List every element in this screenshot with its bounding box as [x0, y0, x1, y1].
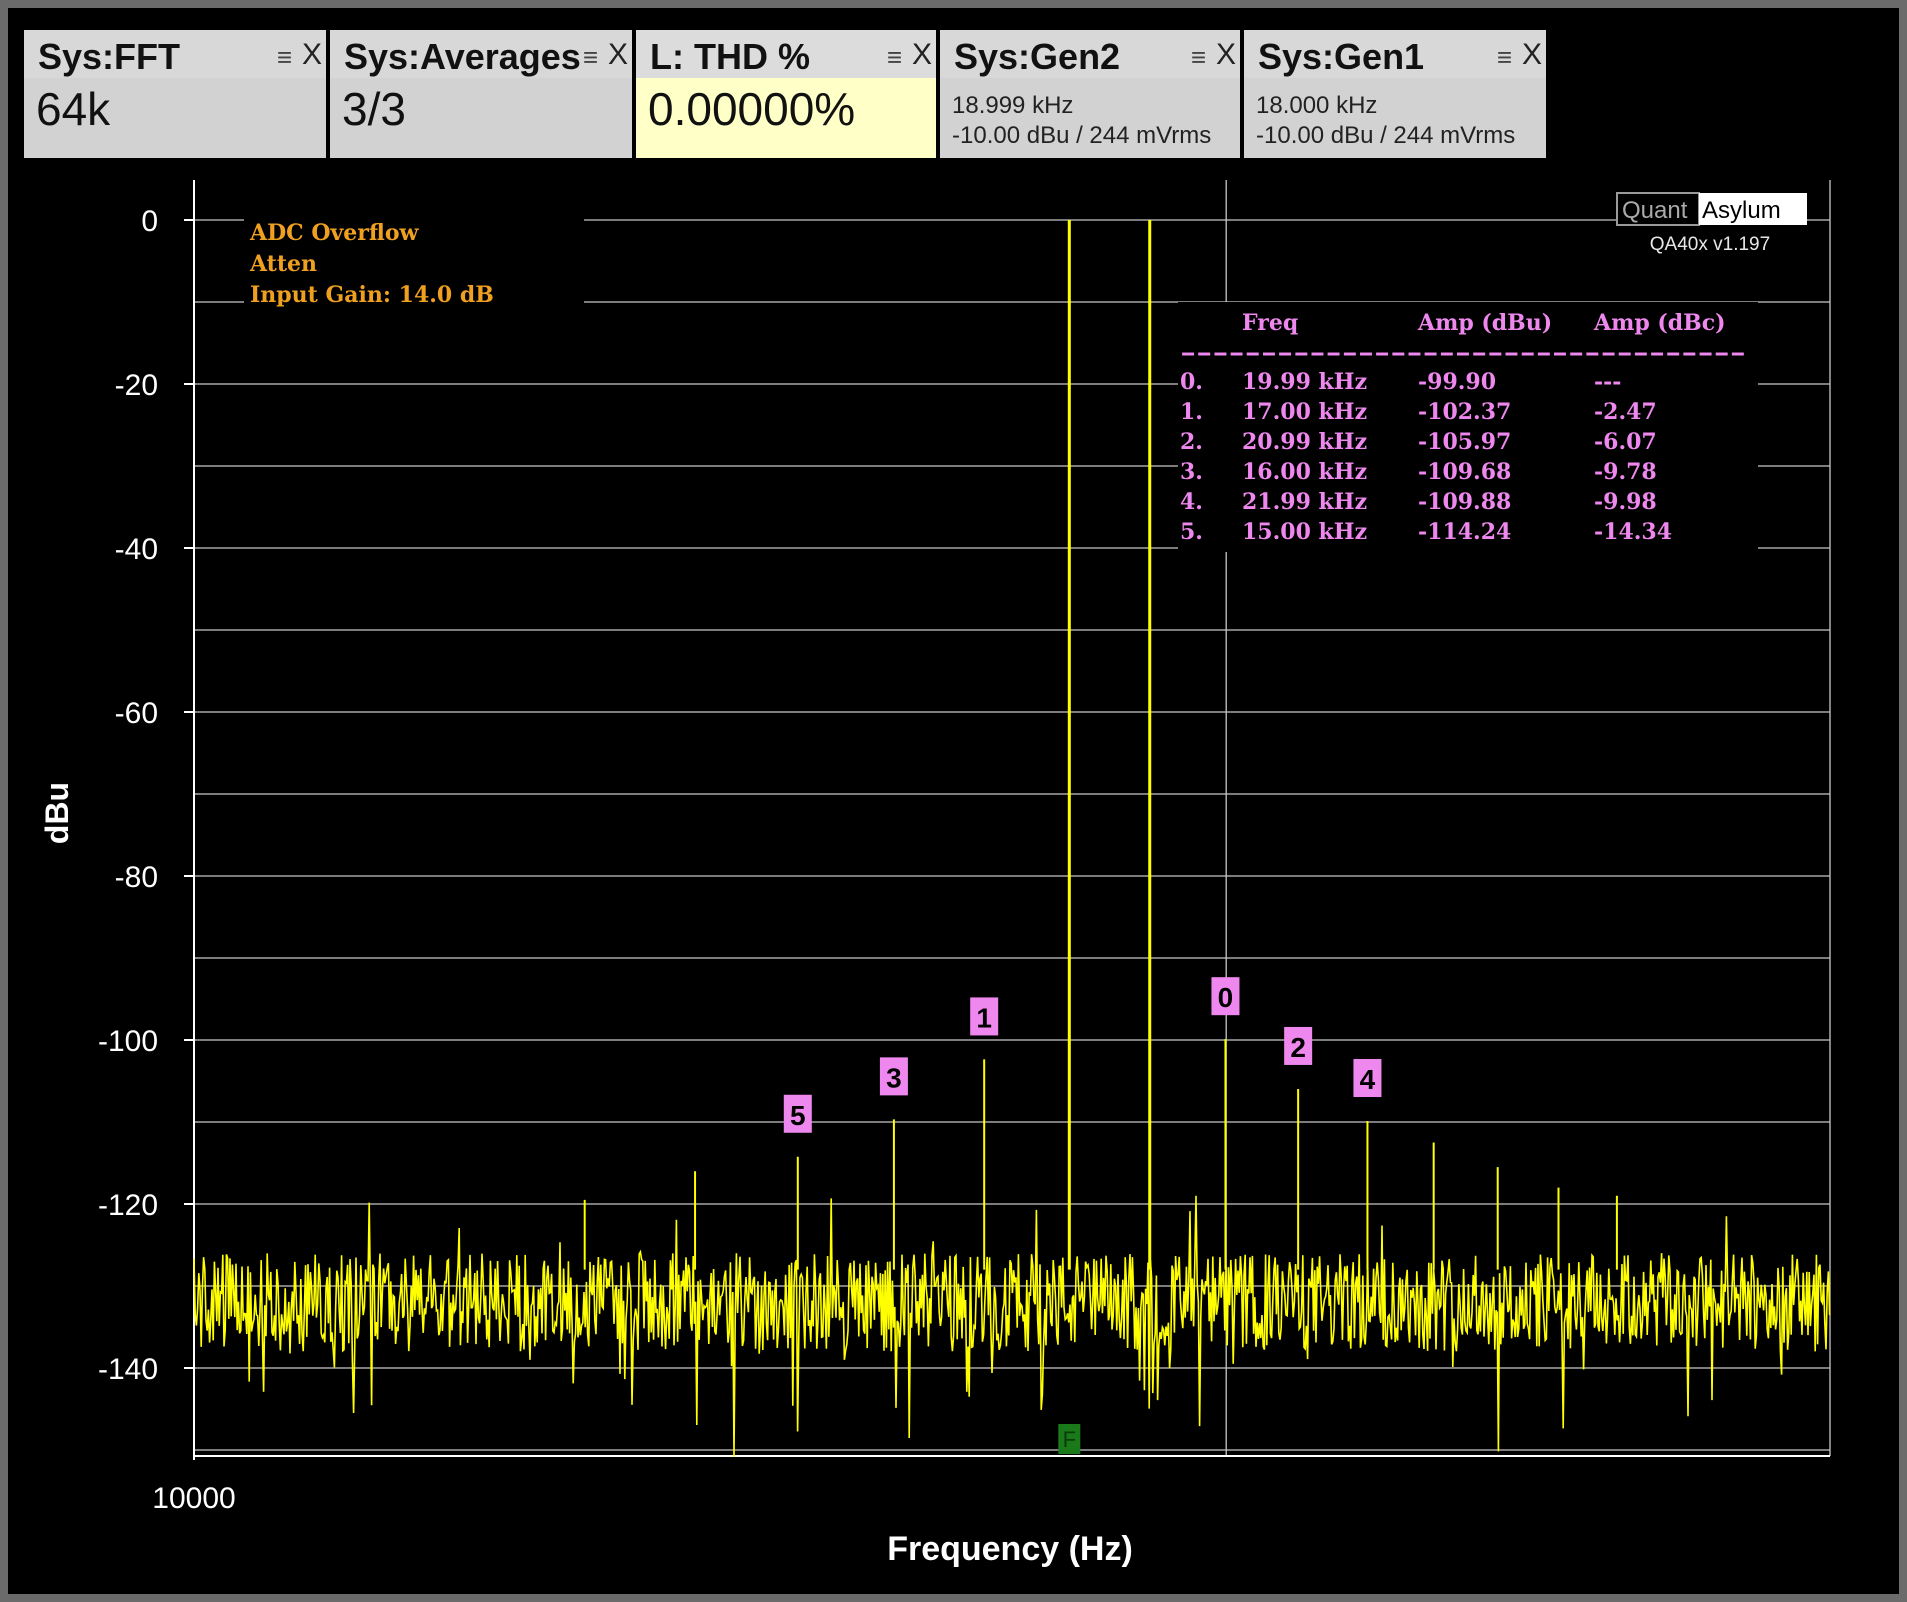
y-tick-label: -120 — [98, 1189, 158, 1222]
table-cell: 19.99 kHz — [1242, 369, 1367, 395]
table-cell: 4. — [1180, 489, 1203, 515]
fft-spectrum-chart[interactable]: 0 -20 -40 -60 -80 -100 -120 -140 10000 0 1 2 3 4 5 F A… — [8, 8, 1899, 1594]
fundamental-marker-label: F — [1063, 1427, 1076, 1452]
status-line: Input Gain: 14.0 dB — [250, 282, 494, 308]
table-separator: ----------------------------------- — [1180, 340, 1746, 366]
y-tick-label: -140 — [98, 1353, 158, 1386]
harmonic-table: Freq Amp (dBu) Amp (dBc) ---------------… — [1178, 302, 1758, 552]
table-cell: --- — [1594, 369, 1621, 395]
y-tick-label: -80 — [115, 861, 158, 894]
table-cell: -9.98 — [1594, 489, 1657, 515]
table-cell: 15.00 kHz — [1242, 519, 1367, 545]
table-cell: 21.99 kHz — [1242, 489, 1367, 515]
table-cell: -109.88 — [1418, 489, 1511, 515]
harmonic-marker-label: 5 — [790, 1100, 806, 1131]
table-cell: -109.68 — [1418, 459, 1511, 485]
table-cell: 3. — [1180, 459, 1203, 485]
y-tick-label: -100 — [98, 1025, 158, 1058]
harmonic-marker-label: 1 — [976, 1002, 992, 1033]
table-cell: 5. — [1180, 519, 1203, 545]
brand-version: QA40x v1.197 — [1650, 234, 1770, 255]
table-header-dbu: Amp (dBu) — [1417, 310, 1552, 336]
table-header-dbc: Amp (dBc) — [1593, 310, 1726, 336]
status-block: ADC Overflow Atten Input Gain: 14.0 dB — [244, 214, 584, 310]
brand-logo: Quant Asylum QA40x v1.197 — [1616, 192, 1807, 255]
table-cell: -14.34 — [1594, 519, 1672, 545]
table-cell: -99.90 — [1418, 369, 1496, 395]
table-cell: 0. — [1180, 369, 1203, 395]
overlays: 0 1 2 3 4 5 F — [783, 977, 1382, 1454]
table-cell: -2.47 — [1594, 399, 1657, 425]
table-cell: -102.37 — [1418, 399, 1511, 425]
table-cell: -9.78 — [1594, 459, 1657, 485]
y-tick-label: -60 — [115, 697, 158, 730]
y-tick-label: -20 — [115, 369, 158, 402]
table-cell: 17.00 kHz — [1242, 399, 1367, 425]
y-axis-label: dBu — [39, 782, 75, 844]
table-cell: -6.07 — [1594, 429, 1657, 455]
brand-left-text: Quant — [1622, 197, 1688, 224]
y-tick-label: -40 — [115, 533, 158, 566]
table-cell: 20.99 kHz — [1242, 429, 1367, 455]
x-tick-label: 10000 — [152, 1482, 235, 1515]
y-tick-label: 0 — [141, 205, 158, 238]
table-cell: 16.00 kHz — [1242, 459, 1367, 485]
harmonic-marker-label: 4 — [1360, 1064, 1376, 1095]
table-header-freq: Freq — [1242, 310, 1298, 336]
harmonic-marker-label: 2 — [1290, 1032, 1306, 1063]
brand-right-text: Asylum — [1702, 197, 1781, 224]
status-line: Atten — [249, 251, 317, 277]
x-axis-label: Frequency (Hz) — [887, 1530, 1133, 1568]
harmonic-marker-label: 3 — [886, 1062, 902, 1093]
table-cell: -105.97 — [1418, 429, 1511, 455]
harmonic-marker-label: 0 — [1218, 982, 1234, 1013]
qa40x-analyzer-window: Sys:FFT ≡ X 64k Sys:Averages ≡ X 3/3 L: … — [8, 8, 1899, 1594]
table-cell: 2. — [1180, 429, 1203, 455]
table-cell: 1. — [1180, 399, 1203, 425]
noise-floor-trace — [193, 1195, 1831, 1457]
table-cell: -114.24 — [1418, 519, 1511, 545]
status-line: ADC Overflow — [249, 220, 420, 246]
